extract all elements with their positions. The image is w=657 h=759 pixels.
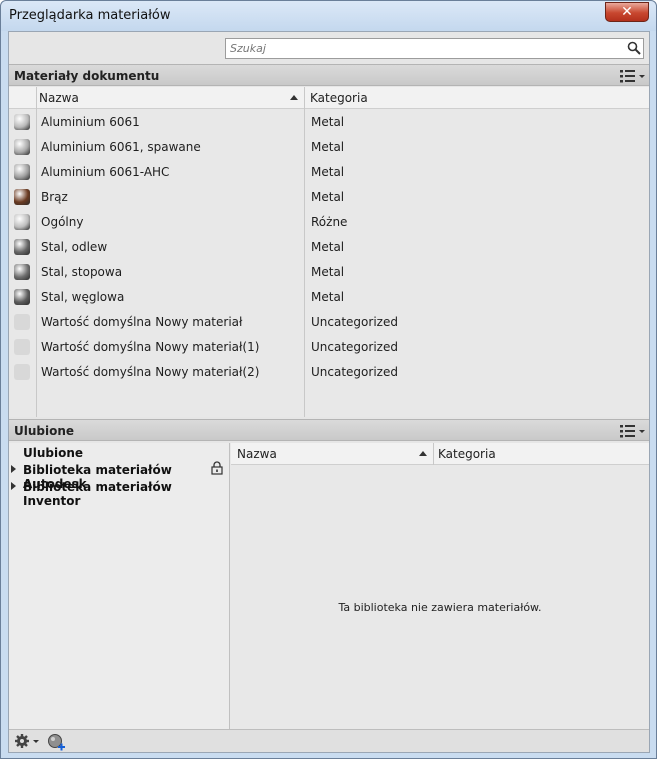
- favorites-area: Ulubione Biblioteka materiałów Autodesk …: [9, 443, 649, 729]
- lock-icon: [211, 461, 223, 475]
- client-area: Materiały dokumentu Nazwa Kategoria: [8, 31, 650, 753]
- table-row[interactable]: Stal, odlew Metal: [9, 235, 649, 260]
- material-name: Aluminium 6061: [41, 115, 140, 129]
- favorites-table: Nazwa Kategoria Ta biblioteka nie zawier…: [231, 443, 649, 729]
- bottom-toolbar: [9, 729, 649, 752]
- material-name: Wartość domyślna Nowy materiał(2): [41, 365, 260, 379]
- material-name: Stal, węglowa: [41, 290, 125, 304]
- search-icon[interactable]: [627, 41, 641, 55]
- column-divider: [433, 443, 434, 465]
- material-browser-window: Przeglądarka materiałów ✕ Materiały doku…: [0, 0, 657, 759]
- material-name: Brąz: [41, 190, 68, 204]
- favorites-title: Ulubione: [14, 424, 75, 438]
- material-category: Uncategorized: [311, 340, 398, 354]
- material-swatch-icon: [14, 164, 30, 180]
- favorites-header: Ulubione: [9, 419, 649, 441]
- tree-item-inventor-library[interactable]: Biblioteka materiałów Inventor: [23, 480, 229, 508]
- material-category: Metal: [311, 190, 345, 204]
- table-row[interactable]: Wartość domyślna Nowy materiał Uncategori…: [9, 310, 649, 335]
- material-name: Wartość domyślna Nowy materiał: [41, 315, 243, 329]
- material-category: Metal: [311, 290, 345, 304]
- name-column-header[interactable]: Nazwa: [36, 87, 304, 109]
- material-category: Metal: [311, 115, 345, 129]
- table-row[interactable]: Brąz Metal: [9, 185, 649, 210]
- gear-icon: [15, 734, 39, 748]
- category-column-header[interactable]: Kategoria: [305, 87, 649, 109]
- material-name: Aluminium 6061-AHC: [41, 165, 170, 179]
- empty-library-message: Ta biblioteka nie zawiera materiałów.: [338, 601, 542, 614]
- table-row[interactable]: Wartość domyślna Nowy materiał(1) Uncateg…: [9, 335, 649, 360]
- material-swatch-icon: [14, 314, 30, 330]
- material-category: Metal: [311, 140, 345, 154]
- material-category: Różne: [311, 215, 348, 229]
- fav-name-column-label: Nazwa: [237, 447, 277, 461]
- manage-button[interactable]: [14, 733, 42, 749]
- material-name: Aluminium 6061, spawane: [41, 140, 201, 154]
- fav-name-column-header[interactable]: Nazwa: [231, 443, 434, 465]
- document-materials-header: Materiały dokumentu: [9, 64, 649, 86]
- close-button[interactable]: ✕: [605, 2, 649, 22]
- document-materials-table: Nazwa Kategoria Aluminium 6061 Metal Alumi…: [9, 87, 649, 417]
- list-view-icon: [620, 70, 645, 83]
- material-category: Metal: [311, 240, 345, 254]
- name-column-label: Nazwa: [39, 91, 79, 105]
- table-row[interactable]: Stal, węglowa Metal: [9, 285, 649, 310]
- material-swatch-icon: [14, 289, 30, 305]
- material-category: Uncategorized: [311, 315, 398, 329]
- material-category: Metal: [311, 165, 345, 179]
- table-row[interactable]: Ogólny Różne: [9, 210, 649, 235]
- category-column-label: Kategoria: [310, 91, 368, 105]
- swatch-column-header: [9, 87, 36, 109]
- fav-category-column-header[interactable]: Kategoria: [434, 443, 649, 465]
- material-swatch-icon: [14, 139, 30, 155]
- search-bar: [9, 32, 649, 64]
- material-swatch-icon: [14, 214, 30, 230]
- material-swatch-icon: [14, 239, 30, 255]
- material-category: Uncategorized: [311, 365, 398, 379]
- material-name: Stal, odlew: [41, 240, 108, 254]
- material-swatch-icon: [14, 364, 30, 380]
- close-icon: ✕: [621, 4, 633, 20]
- tree-item-favorites[interactable]: Ulubione: [23, 446, 83, 460]
- search-input[interactable]: [225, 38, 644, 59]
- window-title: Przeglądarka materiałów: [9, 8, 171, 23]
- material-swatch-icon: [14, 189, 30, 205]
- table-row[interactable]: Aluminium 6061, spawane Metal: [9, 135, 649, 160]
- table-row[interactable]: Wartość domyślna Nowy materiał(2) Uncateg…: [9, 360, 649, 385]
- material-swatch-icon: [14, 339, 30, 355]
- table-row[interactable]: Aluminium 6061-AHC Metal: [9, 160, 649, 185]
- table-row[interactable]: Aluminium 6061 Metal: [9, 110, 649, 135]
- document-materials-title: Materiały dokumentu: [14, 69, 160, 83]
- title-bar[interactable]: Przeglądarka materiałów ✕: [1, 1, 656, 31]
- sort-ascending-icon: [419, 451, 427, 456]
- sort-ascending-icon: [290, 95, 298, 100]
- create-material-button[interactable]: [47, 733, 65, 751]
- material-category: Metal: [311, 265, 345, 279]
- fav-category-column-label: Kategoria: [438, 447, 496, 461]
- material-name: Wartość domyślna Nowy materiał(1): [41, 340, 260, 354]
- favorites-list-view-button[interactable]: [619, 423, 647, 439]
- material-name: Stal, stopowa: [41, 265, 123, 279]
- add-material-icon: [48, 734, 65, 751]
- material-swatch-icon: [14, 264, 30, 280]
- library-tree: Ulubione Biblioteka materiałów Autodesk …: [9, 443, 230, 729]
- material-swatch-icon: [14, 114, 30, 130]
- list-view-icon: [620, 425, 645, 438]
- expand-arrow-icon[interactable]: [11, 465, 16, 473]
- document-list-view-button[interactable]: [619, 68, 647, 84]
- table-row[interactable]: Stal, stopowa Metal: [9, 260, 649, 285]
- material-name: Ogólny: [41, 215, 84, 229]
- expand-arrow-icon[interactable]: [11, 482, 16, 490]
